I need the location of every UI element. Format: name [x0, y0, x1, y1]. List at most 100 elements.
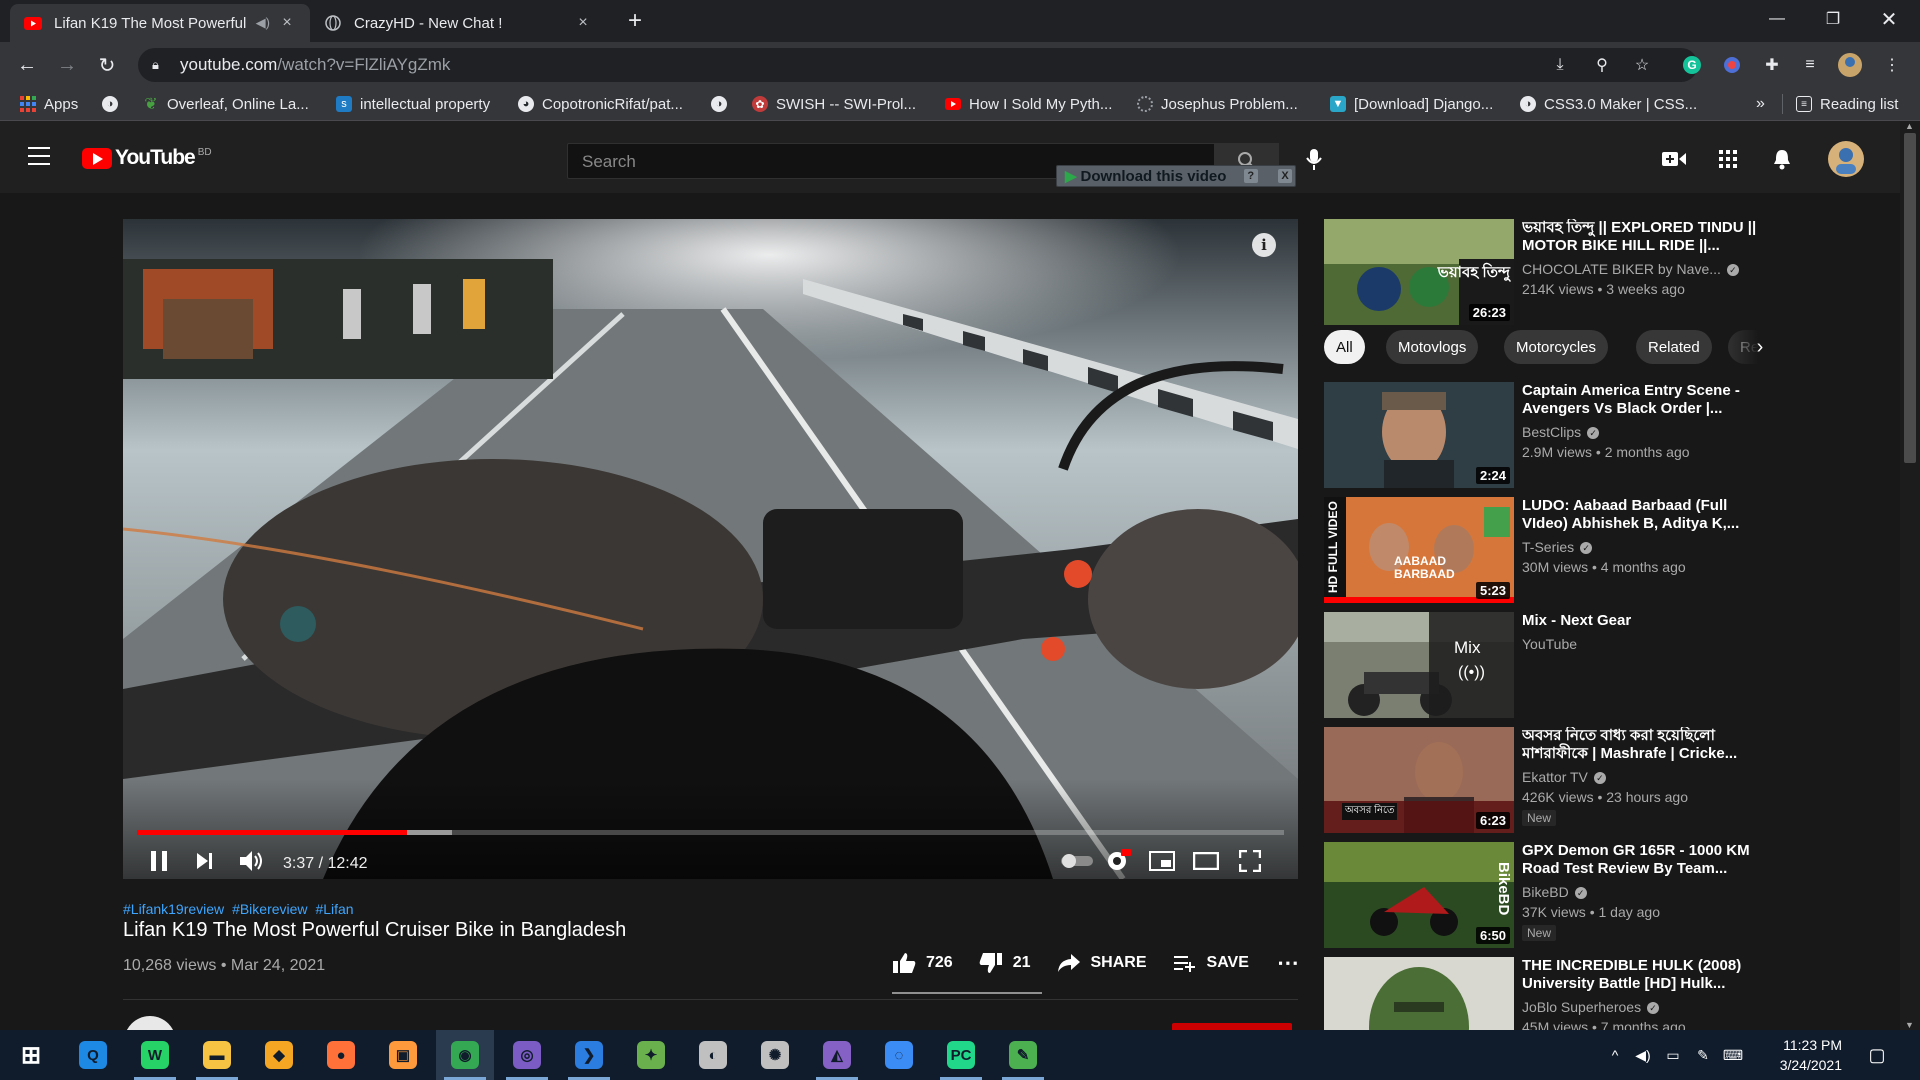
video-thumbnail[interactable]: অবসর নিতে 6:23	[1324, 727, 1514, 833]
chip-motovlogs[interactable]: Motovlogs	[1386, 330, 1479, 364]
autoplay-toggle[interactable]	[1059, 846, 1095, 876]
chip-related[interactable]: Related	[1636, 330, 1712, 364]
media-control-icon[interactable]: ≡	[1798, 53, 1822, 77]
chip-all[interactable]: All	[1324, 330, 1365, 364]
new-tab-button[interactable]: +	[620, 6, 650, 36]
recommendation-channel[interactable]: BikeBD ✓	[1522, 884, 1587, 900]
taskbar-app-orange-icon[interactable]: ▣	[374, 1030, 432, 1080]
recommendation-title[interactable]: LUDO: Aabaad Barbaad (Full VIdeo) Abhish…	[1522, 497, 1762, 533]
address-bar[interactable]: 🔒︎ youtube.com/watch?v=FlZliAYgZmk	[138, 48, 1698, 82]
video-thumbnail[interactable]: ভয়াবহ তিন্দু 26:23	[1324, 219, 1514, 325]
forward-arrow-icon[interactable]: →	[52, 50, 82, 80]
create-video-icon[interactable]	[1662, 147, 1686, 171]
taskbar-whatsapp-icon[interactable]: W	[126, 1030, 184, 1080]
video-thumbnail[interactable]	[1324, 957, 1514, 1030]
more-actions-icon[interactable]: ⋯	[1277, 950, 1299, 976]
recommendation-title[interactable]: Captain America Entry Scene - Avengers V…	[1522, 382, 1762, 418]
tab-close-icon[interactable]: ×	[574, 14, 592, 32]
bookmark-overleaf[interactable]: ❦ Overleaf, Online La...	[143, 93, 308, 115]
notifications-bell-icon[interactable]	[1770, 147, 1794, 171]
video-thumbnail[interactable]: HD FULL VIDEO AABAAD BARBAAD 5:23	[1324, 497, 1514, 603]
volume-tray-icon[interactable]: ◀)	[1632, 1044, 1654, 1066]
restore-window-icon[interactable]: ❐	[1810, 0, 1856, 38]
youtube-logo[interactable]: YouTube BD	[82, 146, 212, 170]
volume-icon[interactable]	[237, 846, 267, 876]
recommendation-title[interactable]: Mix - Next Gear	[1522, 612, 1762, 630]
taskbar-vscode-icon[interactable]: ❯	[560, 1030, 618, 1080]
video-thumbnail[interactable]: Mix ((•))	[1324, 612, 1514, 718]
recommendation-item[interactable]: 2:24 Captain America Entry Scene - Aveng…	[1324, 382, 1884, 488]
taskbar-messenger-icon[interactable]: ◌	[870, 1030, 928, 1080]
bookmark-django[interactable]: ▼ [Download] Django...	[1330, 93, 1493, 115]
keyboard-tray-icon[interactable]: ⌨	[1722, 1044, 1744, 1066]
taskbar-file-explorer-icon[interactable]: ▬	[188, 1030, 246, 1080]
taskbar-app-satellite-icon[interactable]: ✺	[746, 1030, 804, 1080]
taskbar-firefox-icon[interactable]: ●	[312, 1030, 370, 1080]
taskbar-app-globe-icon[interactable]: ◐	[684, 1030, 742, 1080]
recommendation-title[interactable]: অবসর নিতে বাধ্য করা হয়েছিলো মাশরাফীকে |…	[1522, 727, 1762, 763]
info-card-icon[interactable]: i	[1252, 233, 1276, 257]
chrome-menu-icon[interactable]: ⋮	[1880, 53, 1904, 77]
install-app-icon[interactable]: ⤓	[1548, 53, 1572, 77]
notifications-icon[interactable]: ▢	[1866, 1044, 1888, 1066]
theater-mode-icon[interactable]	[1191, 846, 1221, 876]
account-avatar[interactable]	[1828, 141, 1864, 177]
taskbar-chrome-icon[interactable]: ◉	[436, 1030, 494, 1080]
video-player[interactable]: i 3:37 / 12:42	[123, 219, 1298, 879]
taskbar-app-shield-icon[interactable]: ◆	[250, 1030, 308, 1080]
zoom-icon[interactable]: ⚲	[1590, 53, 1614, 77]
like-button[interactable]: 726	[890, 951, 953, 975]
channel-avatar[interactable]	[124, 1016, 176, 1030]
page-scrollbar[interactable]: ▲ ▼	[1900, 121, 1920, 1030]
next-video-icon[interactable]	[191, 846, 219, 876]
scrollbar-thumb[interactable]	[1904, 133, 1916, 463]
bookmark-globe[interactable]: ◑	[102, 93, 126, 115]
recommendation-item[interactable]: HD FULL VIDEO AABAAD BARBAAD 5:23 LUDO: …	[1324, 497, 1884, 603]
taskbar-start-icon[interactable]: ⊞	[2, 1030, 60, 1080]
lock-icon[interactable]: 🔒︎	[152, 57, 168, 73]
recommendation-item[interactable]: অবসর নিতে 6:23 অবসর নিতে বাধ্য করা হয়েছ…	[1324, 727, 1884, 833]
chevron-right-icon[interactable]: ›	[1748, 335, 1772, 359]
bookmark-css-maker[interactable]: ◑ CSS3.0 Maker | CSS...	[1520, 93, 1697, 115]
extensions-puzzle-icon[interactable]: ✚	[1760, 53, 1784, 77]
pen-tray-icon[interactable]: ✎	[1692, 1044, 1714, 1066]
tab-youtube[interactable]: Lifan K19 The Most Powerful ◀) ×	[10, 4, 310, 42]
download-video-badge[interactable]: ▶ Download this video ? X	[1056, 165, 1296, 187]
hashtag-link[interactable]: #Lifan	[315, 901, 353, 917]
miniplayer-icon[interactable]	[1147, 846, 1177, 876]
recommendation-channel[interactable]: T-Series ✓	[1522, 539, 1593, 555]
download-close-icon[interactable]: X	[1277, 169, 1292, 183]
recommendation-channel[interactable]: Ekattor TV ✓	[1522, 769, 1606, 785]
recommendation-item[interactable]: BikeBD 6:50 GPX Demon GR 165R - 1000 KM …	[1324, 842, 1884, 948]
bookmarks-overflow-button[interactable]: »	[1756, 93, 1765, 115]
tab-audio-icon[interactable]: ◀)	[256, 15, 270, 31]
save-button[interactable]: SAVE	[1171, 951, 1249, 975]
tab-crazyhd[interactable]: CrazyHD - New Chat ! ×	[310, 4, 606, 42]
recommendation-item[interactable]: Mix ((•)) Mix - Next Gear YouTube	[1324, 612, 1884, 718]
recommendation-title[interactable]: THE INCREDIBLE HULK (2008) University Ba…	[1522, 957, 1762, 993]
extension-colorful-icon[interactable]	[1720, 53, 1744, 77]
taskbar-app-q-icon[interactable]: Q	[64, 1030, 122, 1080]
reload-icon[interactable]: ↻	[92, 50, 122, 80]
taskbar-pycharm-icon[interactable]: PC	[932, 1030, 990, 1080]
fullscreen-icon[interactable]	[1235, 846, 1265, 876]
minimize-window-icon[interactable]: —	[1754, 0, 1800, 38]
chip-motorcycles[interactable]: Motorcycles	[1504, 330, 1609, 364]
share-button[interactable]: SHARE	[1055, 951, 1147, 975]
recommendation-channel[interactable]: YouTube	[1522, 636, 1577, 652]
scroll-down-icon[interactable]: ▼	[1905, 1020, 1914, 1030]
dislike-button[interactable]: 21	[977, 951, 1031, 975]
profile-avatar[interactable]	[1838, 53, 1862, 77]
grammarly-extension-icon[interactable]: G	[1680, 53, 1704, 77]
bookmark-youtube[interactable]: How I Sold My Pyth...	[945, 93, 1112, 115]
taskbar-github-desktop-icon[interactable]: ◎	[498, 1030, 556, 1080]
scroll-up-icon[interactable]: ▲	[1905, 121, 1914, 131]
recommendation-title[interactable]: GPX Demon GR 165R - 1000 KM Road Test Re…	[1522, 842, 1762, 878]
tray-overflow-chevron-icon[interactable]: ^	[1604, 1044, 1626, 1066]
hamburger-menu-icon[interactable]	[28, 147, 50, 165]
taskbar-app-green-icon[interactable]: ✦	[622, 1030, 680, 1080]
video-thumbnail[interactable]: 2:24	[1324, 382, 1514, 488]
recommendation-channel[interactable]: JoBlo Superheroes ✓	[1522, 999, 1660, 1015]
download-help-icon[interactable]: ?	[1243, 169, 1258, 183]
pause-icon[interactable]	[145, 846, 173, 876]
